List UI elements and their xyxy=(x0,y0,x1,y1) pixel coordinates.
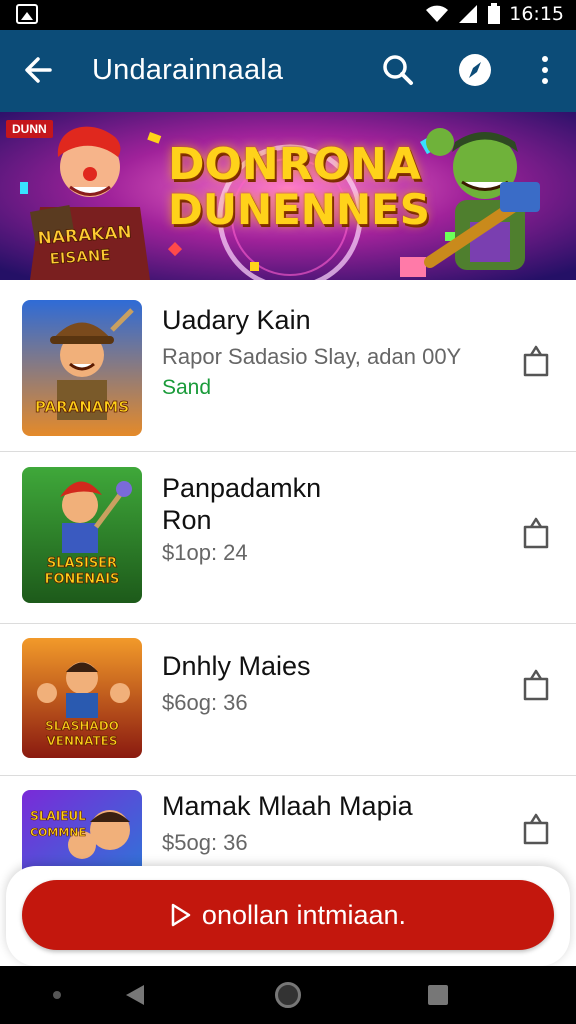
shopping-bag-icon[interactable] xyxy=(520,812,552,846)
nav-recents-icon[interactable] xyxy=(428,985,448,1005)
banner-tag: DUNN xyxy=(6,120,53,138)
nav-home-icon[interactable] xyxy=(275,982,301,1008)
status-bar: 16:15 xyxy=(0,0,576,30)
status-time: 16:15 xyxy=(509,3,564,25)
nav-dot-icon xyxy=(53,991,61,999)
game-subtitle: $1op: 24 xyxy=(162,540,248,565)
game-name: Dnhly Maies xyxy=(162,651,311,681)
svg-text:SLASHADO: SLASHADO xyxy=(45,719,119,733)
promo-banner[interactable]: NARAKAN EISANE DUNN DONRONA DUNENNES xyxy=(0,112,576,280)
svg-text:FONENAIS: FONENAIS xyxy=(45,572,120,587)
nav-back-icon[interactable] xyxy=(124,983,146,1007)
svg-text:VENNATES: VENNATES xyxy=(47,734,118,748)
back-arrow-icon[interactable] xyxy=(18,50,58,90)
game-name: Uadary Kain xyxy=(162,305,311,335)
banner-title-line2: DUNENNES xyxy=(168,185,431,235)
banner-title: DONRONA DUNENNES xyxy=(168,139,431,235)
game-subtitle: $5og: 36 xyxy=(162,830,248,855)
search-icon[interactable] xyxy=(378,50,418,90)
svg-text:SLAIEUL: SLAIEUL xyxy=(30,809,86,823)
wifi-icon xyxy=(426,5,449,22)
game-name: Mamak Mlaah Mapia xyxy=(162,791,413,821)
list-item[interactable]: SLASHADO VENNATES Dnhly Maies $6og: 36 xyxy=(0,624,576,776)
battery-icon xyxy=(488,3,501,24)
compass-icon[interactable] xyxy=(455,50,495,90)
notification-icon xyxy=(16,4,38,24)
shopping-bag-icon[interactable] xyxy=(520,344,552,378)
shopping-bag-icon[interactable] xyxy=(520,516,552,550)
shopping-bag-icon[interactable] xyxy=(520,668,552,702)
signal-icon xyxy=(459,5,478,23)
game-thumbnail: PARANAMS xyxy=(22,300,142,436)
game-subtitle: Rapor Sadasio Slay, adan 00Y xyxy=(162,344,462,369)
game-status: Sand xyxy=(162,376,212,399)
game-thumbnail: SLASHADO VENNATES xyxy=(22,638,142,758)
primary-cta-button[interactable]: onollan intmiaan. xyxy=(22,880,554,950)
game-subtitle: $6og: 36 xyxy=(162,690,248,715)
banner-title-line1: DONRONA xyxy=(168,139,421,190)
svg-text:COMMNE: COMMNE xyxy=(30,826,86,839)
list-item[interactable]: PARANAMS Uadary Kain Rapor Sadasio Slay,… xyxy=(0,280,576,452)
system-nav-bar xyxy=(0,966,576,1024)
game-thumbnail: SLASISER FONENAIS xyxy=(22,467,142,603)
thumbnail-label: PARANAMS xyxy=(35,398,129,416)
game-name: Panpadamkn Ron xyxy=(162,473,322,535)
play-icon xyxy=(171,903,191,927)
status-icons: 16:15 xyxy=(425,3,564,25)
app-bar: Undarainnaala xyxy=(0,30,576,112)
list-item[interactable]: SLASISER FONENAIS Panpadamkn Ron $1op: 2… xyxy=(0,452,576,624)
page-title: Undarainnaala xyxy=(92,54,284,86)
svg-text:SLASISER: SLASISER xyxy=(47,556,117,571)
more-vert-icon[interactable] xyxy=(528,50,562,90)
cta-label: onollan intmiaan. xyxy=(201,899,407,930)
